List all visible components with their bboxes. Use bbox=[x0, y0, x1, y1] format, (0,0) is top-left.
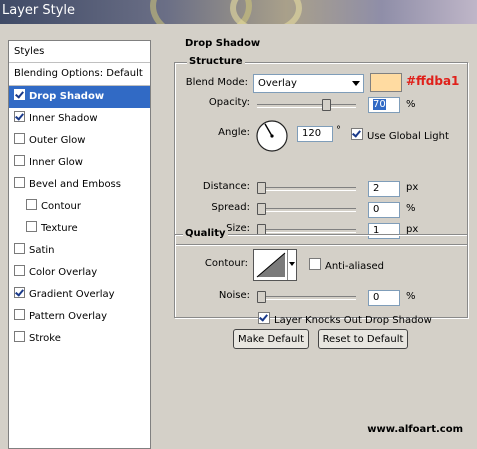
sidebar-item-inner-shadow[interactable]: Inner Shadow bbox=[9, 108, 150, 130]
angle-field[interactable]: 120 bbox=[297, 126, 333, 142]
sidebar-item-label: Inner Shadow bbox=[29, 113, 98, 124]
spread-field[interactable]: 0 bbox=[368, 202, 400, 218]
distance-field[interactable]: 2 bbox=[368, 181, 400, 197]
opacity-slider[interactable] bbox=[257, 99, 356, 111]
sidebar-item-label: Satin bbox=[29, 245, 55, 256]
quality-title: Quality bbox=[183, 228, 228, 239]
noise-slider[interactable] bbox=[257, 291, 356, 303]
sidebar-item-label: Gradient Overlay bbox=[29, 289, 115, 300]
sidebar-item-contour[interactable]: Contour bbox=[9, 196, 150, 218]
sidebar-item-texture[interactable]: Texture bbox=[9, 218, 150, 240]
contour-preview-icon bbox=[256, 252, 286, 278]
distance-slider-thumb[interactable] bbox=[257, 182, 266, 194]
sidebar-item-color-overlay[interactable]: Color Overlay bbox=[9, 262, 150, 284]
checkbox-unchecked-icon[interactable] bbox=[14, 331, 25, 342]
spread-slider-thumb[interactable] bbox=[257, 203, 266, 215]
checkbox-unchecked-icon[interactable] bbox=[14, 309, 25, 320]
effects-list: Drop Shadow Inner Shadow Outer Glow Inner G… bbox=[9, 86, 150, 350]
sidebar-item-label: Texture bbox=[41, 223, 78, 234]
angle-dial[interactable] bbox=[255, 119, 289, 153]
noise-unit: % bbox=[406, 291, 416, 302]
size-slider[interactable] bbox=[257, 224, 356, 236]
opacity-field[interactable]: 70 bbox=[368, 97, 400, 113]
use-global-light-label: Use Global Light bbox=[367, 131, 449, 142]
title-bar: Layer Style bbox=[0, 0, 477, 24]
structure-group: Structure Blend Mode: Overlay #ffdba1 Op… bbox=[174, 56, 468, 245]
blend-mode-label: Blend Mode: bbox=[185, 77, 248, 88]
angle-unit: ° bbox=[336, 125, 341, 136]
title-bar-decoration bbox=[230, 0, 302, 24]
blending-options-item[interactable]: Blending Options: Default bbox=[9, 63, 150, 86]
contour-picker[interactable] bbox=[253, 249, 297, 281]
use-global-light-checkbox[interactable]: Use Global Light bbox=[351, 128, 449, 142]
sidebar-item-label: Color Overlay bbox=[29, 267, 98, 278]
checkbox-checked-icon[interactable] bbox=[14, 111, 25, 122]
noise-slider-thumb[interactable] bbox=[257, 291, 266, 303]
sidebar-item-label: Inner Glow bbox=[29, 157, 83, 168]
angle-label: Angle: bbox=[218, 127, 250, 138]
anti-aliased-label: Anti-aliased bbox=[325, 261, 385, 272]
opacity-unit: % bbox=[406, 99, 416, 110]
contour-dropdown[interactable] bbox=[287, 250, 296, 280]
contour-label: Contour: bbox=[204, 258, 248, 269]
distance-unit: px bbox=[406, 182, 419, 193]
checkbox-unchecked-icon[interactable] bbox=[14, 155, 25, 166]
sidebar-item-label: Outer Glow bbox=[29, 135, 86, 146]
sidebar-item-label: Contour bbox=[41, 201, 81, 212]
sidebar-item-bevel-and-emboss[interactable]: Bevel and Emboss bbox=[9, 174, 150, 196]
chevron-down-icon bbox=[289, 262, 295, 266]
checkbox-unchecked-icon[interactable] bbox=[14, 243, 25, 254]
sidebar-item-label: Pattern Overlay bbox=[29, 311, 108, 322]
chevron-down-icon bbox=[352, 81, 360, 86]
spread-slider[interactable] bbox=[257, 203, 356, 215]
knockout-label: Layer Knocks Out Drop Shadow bbox=[274, 315, 432, 326]
opacity-value: 70 bbox=[373, 99, 386, 110]
sidebar-item-outer-glow[interactable]: Outer Glow bbox=[9, 130, 150, 152]
sidebar-item-inner-glow[interactable]: Inner Glow bbox=[9, 152, 150, 174]
spread-label: Spread: bbox=[211, 202, 250, 213]
opacity-slider-thumb[interactable] bbox=[322, 99, 331, 111]
checkbox-unchecked-icon[interactable] bbox=[26, 199, 37, 210]
opacity-label: Opacity: bbox=[208, 97, 250, 108]
color-hex-annotation: #ffdba1 bbox=[406, 74, 460, 88]
reset-to-default-button[interactable]: Reset to Default bbox=[318, 329, 408, 349]
sidebar-item-label: Drop Shadow bbox=[29, 91, 105, 102]
make-default-button[interactable]: Make Default bbox=[233, 329, 309, 349]
checkbox-checked-icon[interactable] bbox=[258, 312, 270, 324]
distance-slider[interactable] bbox=[257, 182, 356, 194]
checkbox-unchecked-icon[interactable] bbox=[14, 177, 25, 188]
checkbox-unchecked-icon[interactable] bbox=[14, 133, 25, 144]
spread-unit: % bbox=[406, 203, 416, 214]
distance-label: Distance: bbox=[202, 181, 250, 192]
shadow-color-swatch[interactable] bbox=[370, 73, 402, 92]
sidebar-item-satin[interactable]: Satin bbox=[9, 240, 150, 262]
noise-field[interactable]: 0 bbox=[368, 290, 400, 306]
checkbox-checked-icon[interactable] bbox=[351, 128, 363, 140]
blend-mode-select[interactable]: Overlay bbox=[253, 74, 364, 93]
panel-title: Drop Shadow bbox=[183, 38, 263, 49]
structure-title: Structure bbox=[187, 56, 245, 67]
sidebar-item-gradient-overlay[interactable]: Gradient Overlay bbox=[9, 284, 150, 306]
sidebar-item-label: Stroke bbox=[29, 333, 61, 344]
blend-mode-value: Overlay bbox=[258, 78, 297, 89]
watermark: www.alfoart.com bbox=[367, 424, 463, 435]
knockout-checkbox[interactable]: Layer Knocks Out Drop Shadow bbox=[258, 312, 432, 326]
checkbox-unchecked-icon[interactable] bbox=[26, 221, 37, 232]
styles-list: Styles Blending Options: Default Drop Sh… bbox=[8, 40, 151, 449]
checkbox-unchecked-icon[interactable] bbox=[309, 258, 321, 270]
checkbox-checked-icon[interactable] bbox=[14, 89, 25, 100]
sidebar-item-label: Bevel and Emboss bbox=[29, 179, 121, 190]
sidebar-item-pattern-overlay[interactable]: Pattern Overlay bbox=[9, 306, 150, 328]
noise-label: Noise: bbox=[218, 290, 250, 301]
styles-header[interactable]: Styles bbox=[9, 41, 150, 63]
sidebar-item-stroke[interactable]: Stroke bbox=[9, 328, 150, 350]
window-title: Layer Style bbox=[2, 3, 76, 18]
checkbox-unchecked-icon[interactable] bbox=[14, 265, 25, 276]
quality-group: Quality Contour: Anti-aliased Noise: 0 % bbox=[174, 228, 468, 318]
sidebar-item-drop-shadow[interactable]: Drop Shadow bbox=[9, 86, 150, 108]
dialog-body: Styles Blending Options: Default Drop Sh… bbox=[0, 24, 477, 449]
anti-aliased-checkbox[interactable]: Anti-aliased bbox=[309, 258, 384, 272]
checkbox-checked-icon[interactable] bbox=[14, 287, 25, 298]
